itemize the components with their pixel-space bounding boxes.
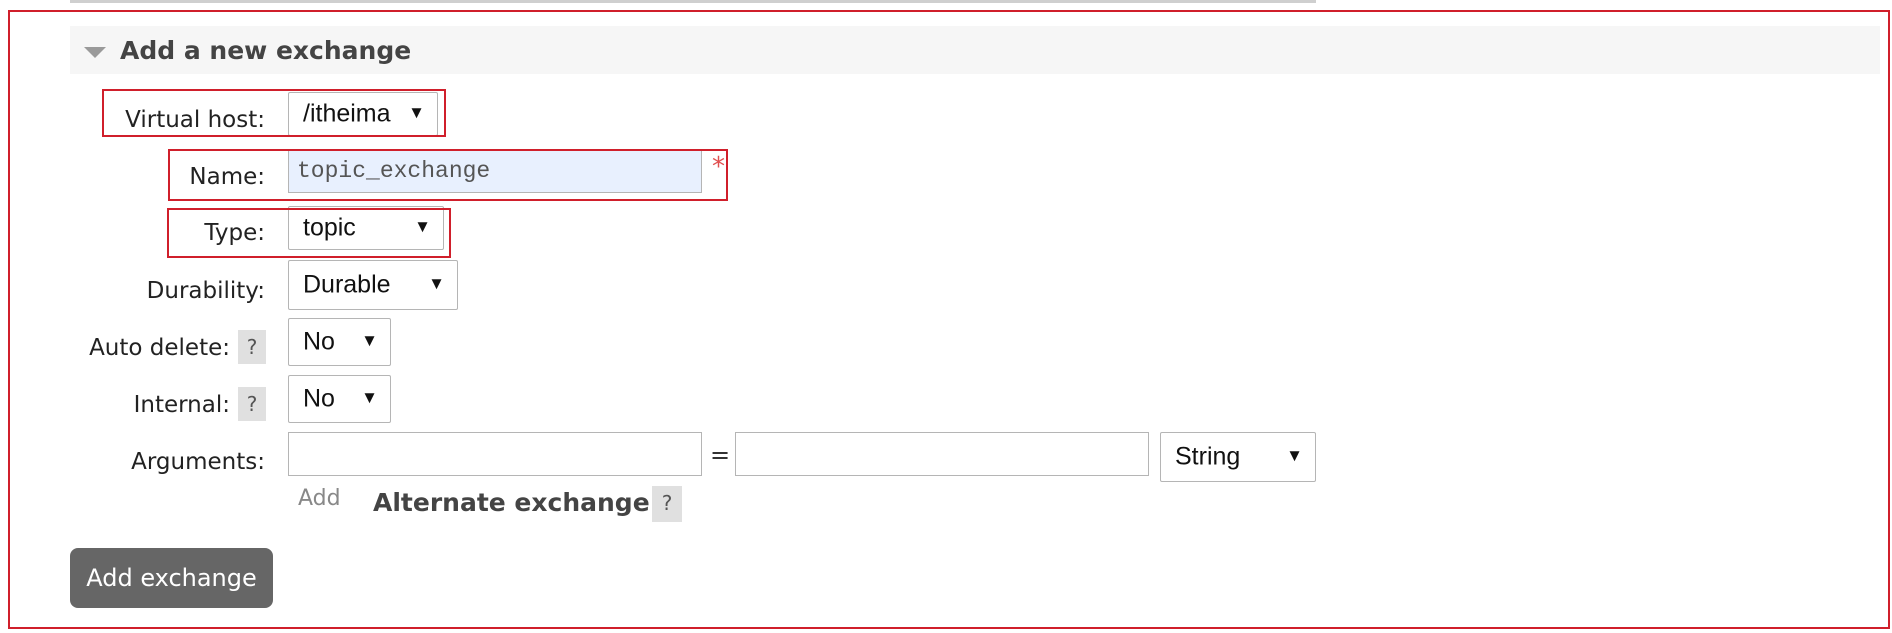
dropdown-arrow-icon: ▼ [408, 103, 425, 122]
auto-delete-select[interactable]: No ▼ [288, 318, 391, 366]
internal-select[interactable]: No ▼ [288, 375, 391, 423]
name-input[interactable]: topic_exchange [288, 149, 702, 193]
type-select[interactable]: topic ▼ [288, 206, 444, 250]
equals-sign: = [710, 441, 731, 469]
arguments-label: Arguments: [131, 449, 265, 475]
virtual-host-label: Virtual host: [125, 107, 265, 133]
triangle-down-icon[interactable] [84, 47, 106, 58]
auto-delete-value: No [303, 327, 335, 356]
dropdown-arrow-icon: ▼ [428, 274, 445, 293]
durability-value: Durable [303, 270, 391, 299]
type-label: Type: [204, 220, 265, 246]
alternate-exchange-link[interactable]: Alternate exchange [373, 488, 650, 517]
add-argument-link[interactable]: Add [298, 486, 341, 511]
top-divider [70, 0, 1316, 3]
required-marker: * [712, 152, 725, 182]
type-value: topic [303, 213, 356, 242]
auto-delete-help-icon[interactable]: ? [238, 330, 266, 364]
dropdown-arrow-icon: ▼ [361, 331, 378, 350]
durability-select[interactable]: Durable ▼ [288, 260, 458, 310]
durability-label: Durability: [146, 278, 265, 304]
section-title[interactable]: Add a new exchange [120, 34, 411, 68]
name-label: Name: [189, 164, 265, 190]
name-value: topic_exchange [297, 158, 491, 184]
internal-help-icon[interactable]: ? [238, 387, 266, 421]
alternate-exchange-help-icon[interactable]: ? [652, 486, 682, 522]
argument-key-input[interactable] [288, 432, 702, 476]
argument-value-input[interactable] [735, 432, 1149, 476]
dropdown-arrow-icon: ▼ [1286, 446, 1303, 465]
virtual-host-value: /itheima [303, 99, 391, 128]
argument-type-select[interactable]: String ▼ [1160, 432, 1316, 482]
add-exchange-button[interactable]: Add exchange [70, 548, 273, 608]
internal-label: Internal: [133, 392, 230, 418]
auto-delete-label: Auto delete: [89, 335, 230, 361]
virtual-host-select[interactable]: /itheima ▼ [288, 92, 438, 136]
dropdown-arrow-icon: ▼ [414, 217, 431, 236]
dropdown-arrow-icon: ▼ [361, 388, 378, 407]
argument-type-value: String [1175, 442, 1241, 471]
internal-value: No [303, 384, 335, 413]
